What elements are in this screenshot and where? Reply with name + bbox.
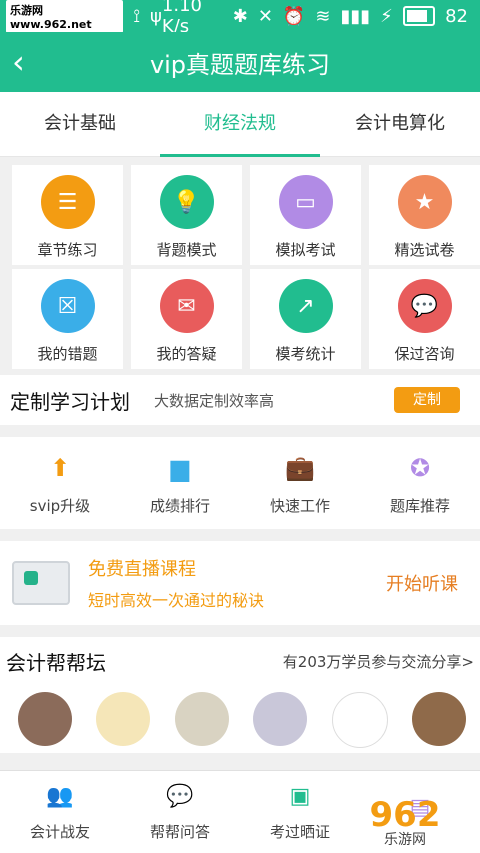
chat-bubble-icon: 💬 bbox=[397, 279, 452, 333]
grid-item-my-questions[interactable]: ✉ 我的答疑 bbox=[131, 269, 242, 369]
back-arrow-icon[interactable]: ‹ bbox=[12, 46, 40, 78]
customize-button[interactable]: 定制 bbox=[394, 387, 460, 413]
tab-kuaiji-jichu[interactable]: 会计基础 bbox=[0, 92, 160, 156]
study-plan-section: 定制学习计划 大数据定制效率高 定制 bbox=[0, 375, 480, 425]
start-listening-button[interactable]: 开始听课 bbox=[386, 570, 458, 596]
site-logo-sub: 乐游网 bbox=[384, 832, 426, 848]
feature-row: ⬆ svip升级 ▆ 成绩排行 💼 快速工作 ✪ 题库推荐 bbox=[0, 437, 480, 529]
status-left: 乐游网 www.962.net ⟟ ψ bbox=[6, 0, 162, 33]
grid-item-memorize-mode[interactable]: 💡 背题模式 bbox=[131, 165, 242, 265]
grid-item-label: 背题模式 bbox=[156, 241, 217, 259]
battery-level: 82 bbox=[445, 5, 468, 27]
grid-item-label: 模拟考试 bbox=[275, 241, 336, 259]
live-course-banner[interactable]: 免费直播课程 短时高效一次通过的秘诀 开始听课 bbox=[0, 541, 480, 625]
mute-icon: ✕ bbox=[257, 5, 273, 27]
feature-svip-upgrade[interactable]: ⬆ svip升级 bbox=[0, 437, 120, 529]
feature-bank-recommend[interactable]: ✪ 题库推荐 bbox=[360, 437, 480, 529]
grid-item-mock-exam[interactable]: ▭ 模拟考试 bbox=[250, 165, 361, 265]
status-bar: 乐游网 www.962.net ⟟ ψ 1.10 K/s ✱ ✕ ⏰ ≋ ▮▮▮… bbox=[0, 0, 480, 37]
live-course-title: 免费直播课程 bbox=[88, 559, 196, 580]
chat-doc-icon: ✉ bbox=[159, 279, 214, 333]
live-course-subtitle: 短时高效一次通过的秘诀 bbox=[88, 591, 265, 610]
forum-title: 会计帮帮坛 bbox=[6, 651, 106, 675]
site-logo-watermark: 962 乐游网 bbox=[340, 795, 470, 851]
usb-debug-icon: ψ bbox=[150, 5, 162, 27]
feature-score-ranking[interactable]: ▆ 成绩排行 bbox=[120, 437, 240, 529]
avatar[interactable] bbox=[96, 692, 151, 746]
study-plan-title: 定制学习计划 bbox=[10, 389, 130, 414]
alarm-icon: ⏰ bbox=[282, 5, 306, 27]
nav-item-label: 会计战友 bbox=[29, 822, 90, 841]
forum-avatars bbox=[0, 676, 480, 748]
nav-item-label: 考过晒证 bbox=[269, 822, 330, 841]
live-course-image bbox=[12, 561, 70, 605]
grid-item-label: 我的错题 bbox=[37, 345, 98, 363]
study-plan-subtitle: 大数据定制效率高 bbox=[154, 391, 275, 410]
wifi-icon: ≋ bbox=[315, 5, 331, 27]
live-course-text: 免费直播课程 短时高效一次通过的秘诀 bbox=[88, 555, 386, 611]
grid-item-label: 保过咨询 bbox=[394, 345, 455, 363]
tab-kuaiji-diansuanhua[interactable]: 会计电算化 bbox=[320, 92, 480, 156]
avatar[interactable] bbox=[411, 692, 466, 746]
forum-section: 会计帮帮坛 有203万学员参与交流分享> bbox=[0, 637, 480, 753]
site-logo-text: 962 bbox=[369, 795, 441, 835]
tab-caijing-fagui[interactable]: 财经法规 bbox=[160, 92, 320, 157]
charging-icon: ⚡ bbox=[380, 5, 393, 27]
site-watermark: 乐游网 www.962.net bbox=[6, 0, 124, 33]
nav-item-label: 帮帮问答 bbox=[149, 822, 210, 841]
upgrade-icon: ⬆ bbox=[49, 453, 71, 482]
error-doc-icon: ☒ bbox=[40, 279, 95, 333]
star-badge-icon: ★ bbox=[397, 175, 452, 229]
forum-more-link[interactable]: 有203万学员参与交流分享> bbox=[283, 651, 474, 672]
feature-label: 题库推荐 bbox=[389, 496, 450, 515]
grid-item-exam-stats[interactable]: ↗ 模考统计 bbox=[250, 269, 361, 369]
feature-label: svip升级 bbox=[29, 496, 91, 515]
certificate-icon: ▣ bbox=[289, 784, 311, 809]
nav-item-qa[interactable]: 💬 帮帮问答 bbox=[120, 771, 240, 853]
chart-up-icon: ↗ bbox=[278, 279, 333, 333]
grid-item-pass-consult[interactable]: 💬 保过咨询 bbox=[369, 269, 480, 369]
feature-label: 快速工作 bbox=[269, 496, 330, 515]
usb-icon: ⟟ bbox=[133, 5, 141, 27]
nav-item-friends[interactable]: 👥 会计战友 bbox=[0, 771, 120, 853]
friends-icon: 👥 bbox=[46, 784, 74, 809]
lightbulb-icon: 💡 bbox=[159, 175, 214, 229]
forum-header: 会计帮帮坛 有203万学员参与交流分享> bbox=[0, 637, 480, 676]
bar-rank-icon: ▆ bbox=[170, 453, 190, 482]
grid-item-label: 精选试卷 bbox=[394, 241, 455, 259]
page-title: vip真题题库练习 bbox=[149, 50, 331, 79]
app-header: ‹ vip真题题库练习 bbox=[0, 32, 480, 92]
monitor-icon: ▭ bbox=[278, 175, 333, 229]
feature-label: 成绩排行 bbox=[149, 496, 210, 515]
list-icon: ☰ bbox=[40, 175, 95, 229]
qa-icon: 💬 bbox=[166, 784, 194, 809]
battery-icon bbox=[402, 6, 436, 26]
avatar[interactable] bbox=[18, 692, 72, 746]
grid-item-label: 我的答疑 bbox=[156, 345, 217, 363]
avatar[interactable] bbox=[174, 692, 229, 746]
grid-item-label: 模考统计 bbox=[275, 345, 336, 363]
grid-item-chapter-practice[interactable]: ☰ 章节练习 bbox=[12, 165, 123, 265]
subject-tabs: 会计基础 财经法规 会计电算化 bbox=[0, 92, 480, 157]
recommend-badge-icon: ✪ bbox=[409, 453, 431, 482]
avatar[interactable] bbox=[331, 692, 388, 748]
signal-icon: ▮▮▮ bbox=[340, 5, 371, 27]
grid-item-wrong-questions[interactable]: ☒ 我的错题 bbox=[12, 269, 123, 369]
bluetooth-icon: ✱ bbox=[232, 5, 248, 27]
feature-quick-work[interactable]: 💼 快速工作 bbox=[240, 437, 360, 529]
grid-item-selected-papers[interactable]: ★ 精选试卷 bbox=[369, 165, 480, 265]
briefcase-icon: 💼 bbox=[285, 453, 315, 482]
function-grid: ☰ 章节练习 💡 背题模式 ▭ 模拟考试 ★ 精选试卷 ☒ 我的错题 ✉ 我的答… bbox=[0, 165, 480, 369]
grid-item-label: 章节练习 bbox=[37, 241, 98, 259]
avatar[interactable] bbox=[253, 692, 308, 746]
